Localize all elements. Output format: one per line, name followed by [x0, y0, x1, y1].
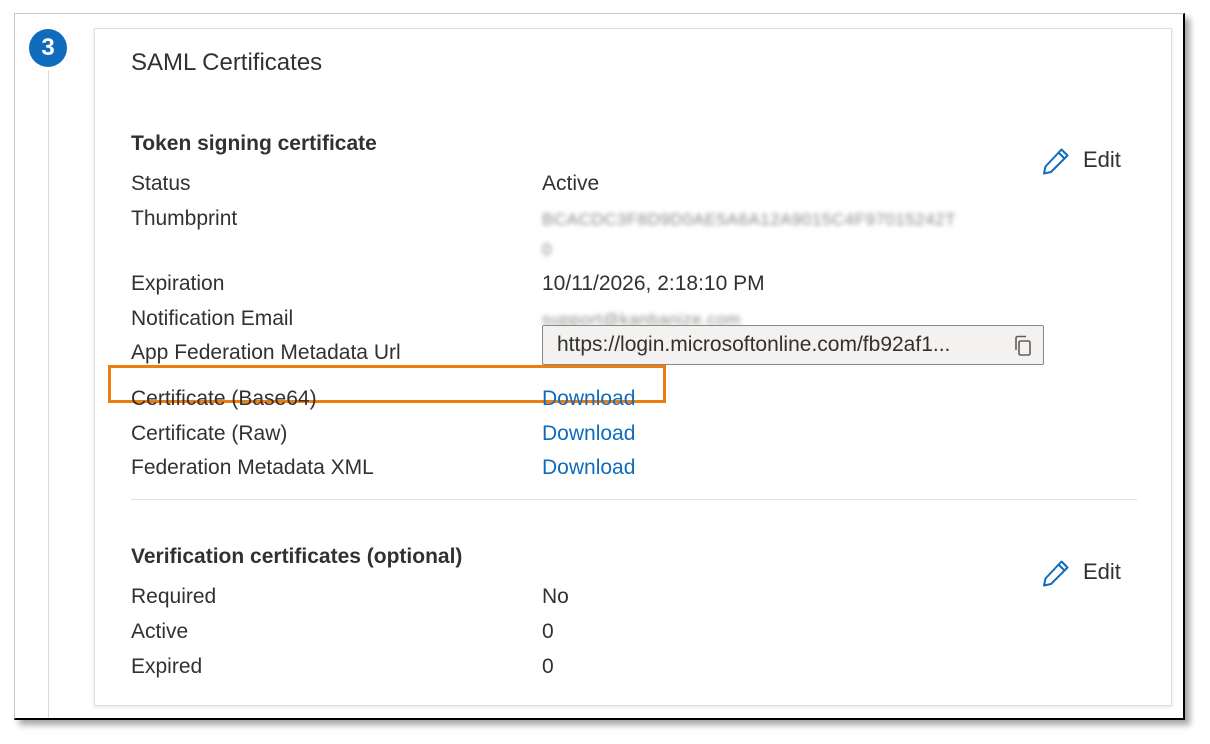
expiration-label: Expiration — [131, 272, 225, 295]
status-value: Active — [542, 172, 600, 195]
required-label: Required — [131, 585, 217, 608]
metadata-url-text: https://login.microsoftonline.com/fb92af… — [557, 333, 951, 356]
metadata-url-label: App Federation Metadata Url — [131, 341, 401, 364]
cert-base64-label: Certificate (Base64) — [131, 387, 317, 410]
pencil-icon — [1043, 560, 1069, 587]
expired-value: 0 — [542, 655, 554, 678]
saml-certificates-card: SAML Certificates Token signing certific… — [94, 28, 1172, 706]
cert-raw-download-link[interactable]: Download — [542, 422, 635, 446]
notification-email-label: Notification Email — [131, 307, 294, 330]
card-title: SAML Certificates — [131, 49, 323, 76]
edit-label: Edit — [1083, 559, 1121, 584]
token-signing-section-title: Token signing certificate — [131, 132, 377, 155]
required-value: No — [542, 585, 569, 608]
federation-xml-label: Federation Metadata XML — [131, 456, 374, 479]
thumbprint-value-line2: 0 — [542, 240, 552, 259]
section-divider — [131, 499, 1137, 500]
edit-label: Edit — [1083, 147, 1121, 172]
status-label: Status — [131, 172, 191, 195]
copy-icon[interactable] — [1013, 335, 1033, 357]
verification-section-title: Verification certificates (optional) — [131, 545, 463, 568]
thumbprint-value-line1: BCACDC3F8D9D0AE5A6A12A9015C4F97015242T — [542, 210, 957, 229]
federation-xml-download-link[interactable]: Download — [542, 456, 635, 480]
verification-edit-button[interactable]: Edit — [1041, 556, 1141, 590]
token-signing-edit-button[interactable]: Edit — [1041, 144, 1141, 178]
pencil-icon — [1043, 148, 1069, 175]
expiration-value: 10/11/2026, 2:18:10 PM — [542, 272, 765, 295]
cert-base64-download-link[interactable]: Download — [542, 387, 635, 411]
screenshot-frame: 3 SAML Certificates Token signing certif… — [14, 13, 1185, 720]
active-value: 0 — [542, 620, 554, 643]
active-label: Active — [131, 620, 189, 643]
expired-label: Expired — [131, 655, 203, 678]
metadata-url-field[interactable]: https://login.microsoftonline.com/fb92af… — [542, 325, 1044, 365]
step-number-badge: 3 — [29, 29, 67, 67]
cert-raw-label: Certificate (Raw) — [131, 422, 288, 445]
thumbprint-label: Thumbprint — [131, 207, 238, 230]
step-connector-line — [48, 70, 49, 718]
